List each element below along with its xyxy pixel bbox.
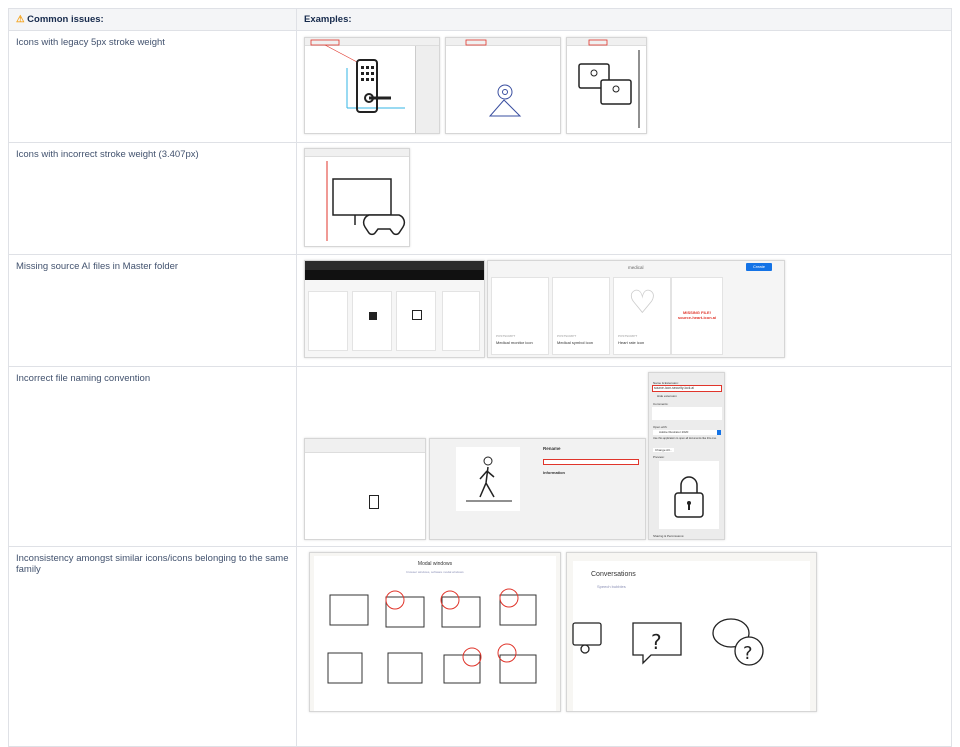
lock-icon (412, 310, 422, 320)
keypad-lock-icon (310, 39, 405, 113)
change-all-button[interactable]: Change All... (653, 448, 675, 452)
rename-input[interactable] (543, 459, 639, 465)
modal-window-icons (327, 588, 537, 684)
asset-card[interactable]: POSTSCRIPT Medical monitor icon (491, 277, 549, 355)
screenshot-door-lock-icon (304, 37, 440, 134)
issue-cell: Icons with incorrect stroke weight (3.40… (8, 142, 297, 255)
svg-text:?: ? (743, 643, 753, 664)
folder-name: medical (628, 265, 644, 270)
warning-icon: ⚠ (16, 14, 25, 25)
walking-person-icon (466, 456, 512, 502)
screenshot-rename-dialog: Rename Information (429, 438, 646, 540)
screenshot-video-chat-icon (566, 37, 647, 134)
screenshot-location-map-icon (445, 37, 561, 134)
issue-cell: Inconsistency amongst similar icons/icon… (8, 546, 297, 747)
game-controller-icon (326, 161, 406, 241)
screenshot-gaming-monitor-icon (304, 148, 410, 247)
asset-card[interactable]: POSTSCRIPT Medical symbol icon (552, 277, 610, 355)
header-examples: Examples: (296, 8, 952, 31)
issue-cell: Incorrect file naming convention (8, 366, 297, 547)
chip-icon (369, 495, 379, 509)
screenshot-modal-windows: Modal windows browser windows, software … (309, 552, 561, 712)
heart-icon: ♡ (628, 284, 657, 320)
header-common-issues: ⚠ Common issues: (8, 8, 297, 31)
video-chat-icon (578, 39, 640, 128)
screenshot-conversations: Conversations Speech bubbles ? ? (566, 552, 817, 712)
issue-cell: Icons with legacy 5px stroke weight (8, 30, 297, 143)
filename-field[interactable]: source-icon-security-lock.ai (652, 385, 722, 392)
screenshot-chip-icon (304, 438, 426, 540)
screenshot-security-shields (304, 260, 485, 358)
padlock-icon (674, 476, 704, 518)
missing-file-card: MISSING FILE! source-heart-icon.ai (671, 277, 723, 355)
app-select[interactable]: Adobe Illustrator 2020 (653, 430, 721, 435)
svg-text:?: ? (651, 630, 662, 654)
screenshot-medical-library: medical Create POSTSCRIPT Medical monitor… (487, 260, 785, 358)
create-button[interactable]: Create (746, 263, 772, 271)
speech-bubble-icons: ? ? (572, 618, 764, 666)
issue-cell: Missing source AI files in Master folder (8, 254, 297, 367)
map-pin-icon (465, 39, 522, 117)
asset-card[interactable]: ♡ POSTSCRIPT Heart rate icon (613, 277, 671, 355)
screenshot-finder-info: Name & Extension: source-icon-security-l… (648, 372, 725, 540)
